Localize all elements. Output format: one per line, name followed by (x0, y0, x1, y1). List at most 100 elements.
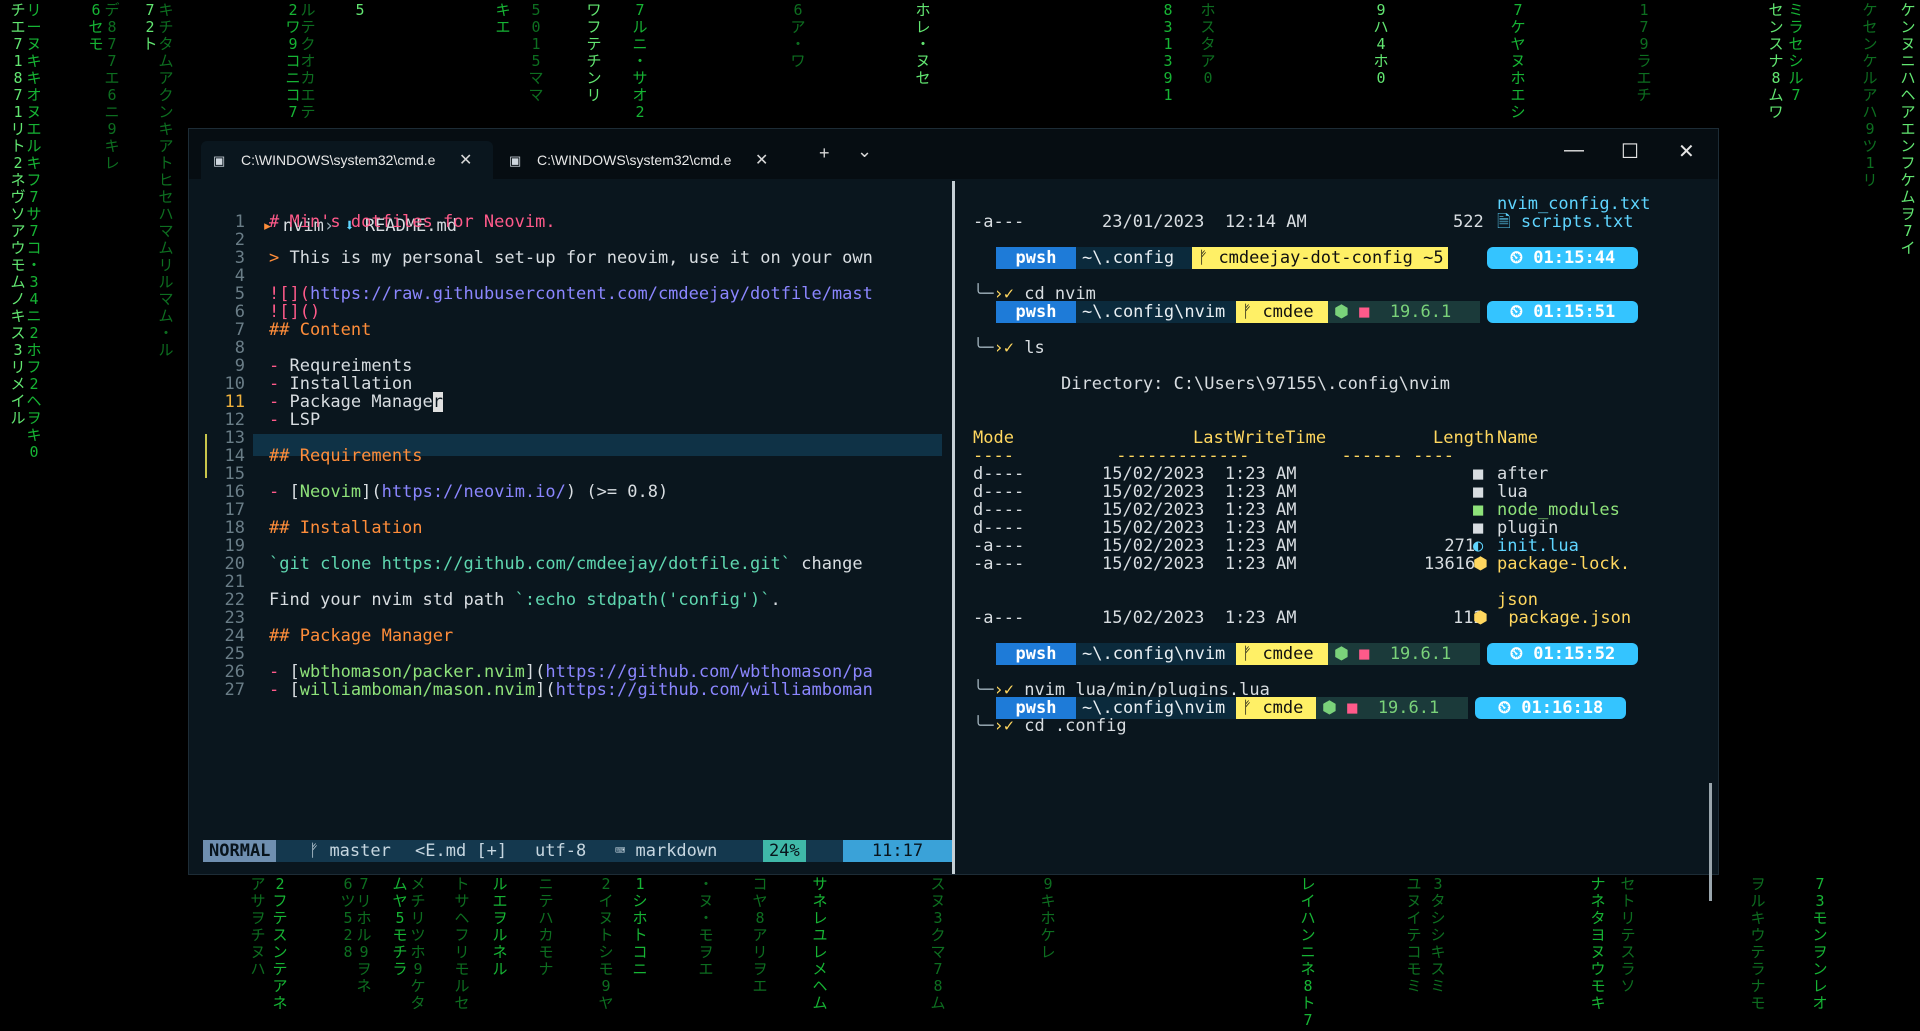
matrix-rain-column: レ イ ハ ン ニ ネ 8 ト 7 (1300, 875, 1316, 1029)
close-tab-icon[interactable]: ✕ (459, 150, 472, 170)
matrix-rain-column: ホ ス タ ア 0 (1200, 1, 1216, 87)
tab-cmd-1[interactable]: ▣ C:\WINDOWS\system32\cmd.e ✕ (201, 141, 493, 179)
matrix-rain-column: 1 シ ホ ト コ ニ (632, 875, 648, 978)
editor-line[interactable]: Find your nvim std path `:echo stdpath('… (269, 589, 781, 611)
editor-line[interactable]: ## Installation (269, 517, 423, 539)
matrix-rain-column: ア サ ヲ チ ヌ ハ (250, 875, 266, 978)
editor-line[interactable]: `git clone https://github.com/cmdeejay/d… (269, 553, 863, 575)
title-bar: ▣ C:\WINDOWS\system32\cmd.e ✕ ▣ C:\WINDO… (189, 129, 1718, 179)
branch-segment: ᚠ master (309, 841, 391, 861)
new-tab-button[interactable]: + (819, 143, 830, 164)
matrix-rain-column: ミ ラ セ シ ル 7 (1788, 1, 1804, 104)
tab-cmd-2[interactable]: ▣ C:\WINDOWS\system32\cmd.e ✕ (497, 141, 789, 179)
maximize-button[interactable]: ☐ (1621, 139, 1639, 164)
list-length: 13616 (1424, 554, 1476, 574)
list-row: -a--- (973, 212, 1025, 232)
matrix-rain-column: デ 8 7 7 エ 6 ニ 9 キ レ (104, 1, 120, 172)
matrix-rain-column: ト サ ヘ フ リ モ ル セ (454, 875, 470, 1012)
editor-line[interactable]: > This is my personal set-up for neovim,… (269, 247, 873, 269)
time-segment: ⏲ 01:15:51 (1487, 301, 1638, 323)
git-segment: ᚠ cmdee (1236, 643, 1328, 665)
matrix-rain-column: 9 キ ホ ケ レ (1040, 875, 1056, 961)
matrix-rain-column: セ ン ス ナ 8 ム ワ (1768, 1, 1784, 121)
shell-segment: pwsh (996, 301, 1076, 323)
git-segment: ᚠ cmdee (1236, 301, 1328, 323)
matrix-rain-column: 7 ケ ヤ ヌ ホ エ シ (1510, 1, 1526, 121)
terminal-icon: ▣ (509, 153, 522, 168)
line-number: 27 (224, 680, 245, 700)
editor-line[interactable]: # Min's dotfiles for Neovim. (269, 211, 556, 233)
encoding-segment: utf-8 (535, 841, 587, 861)
list-length: 522 (1453, 212, 1484, 232)
node-segment: ⬢ ■ 19.6.1 (1328, 301, 1480, 323)
matrix-rain-column: ム ヤ 5 モ チ ラ (392, 875, 408, 978)
shell-segment: pwsh (996, 247, 1076, 269)
list-date: 15/02/2023 1:23 AM (1102, 554, 1297, 574)
close-window-button[interactable]: ✕ (1678, 139, 1695, 164)
editor-line[interactable]: ![](https://raw.githubusercontent.com/cm… (269, 283, 873, 305)
matrix-rain-column: ニ テ ハ カ モ ナ (538, 875, 554, 978)
git-segment: ᚠ cmde (1236, 697, 1316, 719)
time-segment: ⏲ 01:15:44 (1487, 247, 1638, 269)
editor-line[interactable]: - [Neovim](https://neovim.io/) (>= 0.8) (269, 481, 668, 503)
editor-line[interactable]: ## Requirements (269, 445, 423, 467)
git-sign (205, 434, 207, 478)
matrix-rain-column: ケ セ ン ケ ル ア ハ 9 ツ 1 リ (1862, 1, 1878, 189)
matrix-rain-column: 2 イ ヌ ト シ モ 9 ヤ (598, 875, 614, 1012)
scrollbar[interactable] (1709, 783, 1712, 901)
list-mode: -a--- (973, 554, 1025, 574)
tab-label: C:\WINDOWS\system32\cmd.e (537, 152, 732, 168)
matrix-rain-column: リ ー ヌ キ キ オ ヌ エ ル キ フ 7 サ 7 コ ・ 3 4 ニ 2 … (26, 1, 42, 461)
matrix-rain-column: キ エ (495, 1, 511, 36)
matrix-rain-column: キ チ タ ム ア ク ン キ ア ト ヒ セ ハ マ ム リ ル マ ム ・ … (158, 1, 174, 359)
matrix-rain-column: 5 0 1 5 マ マ (528, 1, 544, 104)
terminal-window: ▣ C:\WINDOWS\system32\cmd.e ✕ ▣ C:\WINDO… (189, 129, 1718, 901)
matrix-rain-column: ル テ ク オ カ エ テ (300, 1, 316, 121)
matrix-rain-column: ホ レ ・ ヌ セ (915, 1, 931, 87)
header-name: Name (1497, 428, 1538, 448)
file-segment: <E.md [+] (415, 841, 508, 861)
list-date: 15/02/2023 1:23 AM (1102, 608, 1297, 628)
matrix-rain-column: ナ ネ タ ヨ ヌ ウ モ キ (1590, 875, 1606, 1012)
matrix-rain-column: ヲ ル キ ウ テ ラ ナ モ (1750, 875, 1766, 1012)
filetype-segment: ⌨ markdown (615, 841, 718, 861)
node-segment: ⬢ ■ 19.6.1 (1316, 697, 1468, 719)
pwsh-pane[interactable]: nvim_config.txt -a--- 23/01/2023 12:14 A… (956, 179, 1718, 901)
close-tab-icon[interactable]: ✕ (755, 150, 768, 170)
editor-line[interactable]: ## Content (269, 319, 371, 341)
matrix-rain-column: 7 3 モ ン ヲ ン レ オ (1812, 875, 1828, 1012)
terminal-icon: ▣ (213, 153, 226, 168)
node-segment: ⬢ ■ 19.6.1 (1328, 643, 1480, 665)
path-segment: ~\.config\nvim (1076, 301, 1236, 323)
matrix-rain-column: ユ ヌ イ テ コ モ ミ (1406, 875, 1422, 995)
editor-line[interactable]: - LSP (269, 409, 320, 431)
matrix-rain-column: コ ヤ 8 ア リ ヲ エ (752, 875, 768, 995)
directory-heading: Directory: C:\Users\97155\.config\nvim (1061, 374, 1450, 394)
path-segment: ~\.config (1076, 247, 1192, 269)
list-name: 🗎 scripts.txt (1497, 212, 1634, 232)
command-line[interactable]: ╰─›✓ cd .config (973, 715, 1127, 737)
shell-segment: pwsh (996, 643, 1076, 665)
matrix-rain-column: 2 ワ 9 コ ニ コ 7 (285, 1, 301, 121)
matrix-rain-column: 1 7 9 ラ エ チ (1636, 1, 1652, 104)
matrix-rain-column: ル エ ヲ ル ネ ル (492, 875, 508, 978)
list-date: 23/01/2023 12:14 AM (1102, 212, 1307, 232)
folder-icon: ⬢ (1473, 554, 1488, 574)
editor-line[interactable]: ## Package Manager (269, 625, 453, 647)
time-segment: ⏲ 01:15:52 (1487, 643, 1638, 665)
list-name: package-lock. (1497, 554, 1631, 574)
matrix-rain-column: 2 フ テ ス ン テ ア ネ (272, 875, 288, 1012)
matrix-rain-column: ・ ヌ ・ モ ヲ エ (698, 875, 714, 978)
matrix-rain-column: 3 タ シ シ キ ス ミ (1430, 875, 1446, 995)
pane-divider[interactable] (952, 181, 955, 874)
matrix-rain-column: ケ ン ヌ ニ ハ ヘ ア エ ン フ ケ ム ヲ 7 イ (1900, 1, 1916, 257)
minimize-button[interactable]: — (1564, 139, 1584, 162)
tab-dropdown-button[interactable]: ⌄ (857, 141, 872, 162)
matrix-rain-column: 5 (355, 1, 365, 19)
matrix-rain-column: サ ネ レ ユ レ メ ヘ ム (812, 875, 828, 1012)
list-row: -a--- (973, 608, 1025, 628)
nvim-pane[interactable]: ▸ nvim› ⬇ README.md 1 # Min's dotfiles fo… (189, 179, 952, 874)
position-segment: 11:17 (843, 840, 952, 862)
editor-line[interactable]: - [williamboman/mason.nvim](https://gith… (269, 679, 873, 701)
command-line: ╰─›✓ ls (973, 338, 1045, 358)
